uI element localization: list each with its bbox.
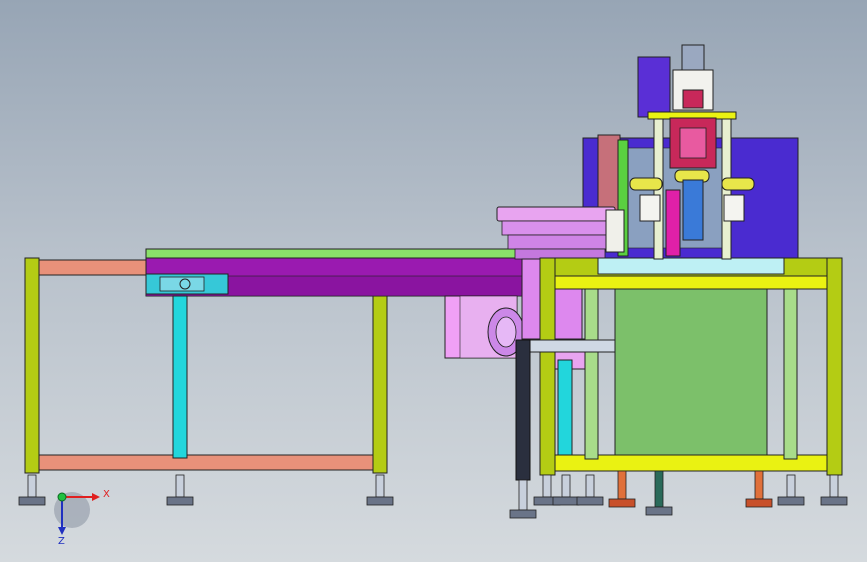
right-frame-leg-1	[539, 257, 556, 476]
coordinate-triad[interactable]: X Z	[54, 489, 110, 547]
conveyor-drive-detail	[159, 276, 205, 292]
press-hub-right	[721, 177, 755, 191]
work-plate	[597, 257, 785, 275]
leveling-foot	[645, 470, 673, 516]
clamp-right	[723, 194, 745, 222]
conveyor-support-post	[172, 295, 188, 459]
leveling-foot	[18, 474, 46, 506]
triad-z-label: Z	[58, 536, 65, 547]
dark-guide-post	[515, 339, 531, 481]
clamp-left	[639, 194, 661, 222]
press-side-rod	[605, 209, 625, 253]
right-frame-top-rail	[554, 275, 828, 290]
leveling-foot	[509, 479, 537, 519]
right-frame-grey-shelf	[529, 339, 616, 353]
bowl-tier-1	[501, 220, 613, 236]
press-die-magenta	[665, 189, 681, 257]
triad-z-arrow	[58, 527, 66, 535]
right-frame-leg-3	[783, 288, 798, 460]
leveling-foot	[820, 474, 848, 506]
bowl-tier-2	[507, 234, 609, 250]
leveling-foot-orange	[608, 470, 636, 508]
cad-viewport[interactable]: X Z	[0, 0, 867, 562]
press-tool-center	[682, 179, 704, 241]
leveling-foot	[366, 474, 394, 506]
press-top-fitting	[681, 44, 705, 71]
leveling-foot	[166, 474, 194, 506]
right-frame-leg-2	[584, 288, 599, 460]
machine-model-canvas[interactable]: X Z	[0, 0, 867, 562]
leveling-foot	[552, 474, 580, 506]
triad-x-label: X	[103, 489, 110, 500]
leveling-foot	[576, 474, 604, 506]
motor-face	[495, 316, 517, 348]
press-ram-window	[679, 127, 707, 159]
right-frame-cyan-post	[557, 359, 573, 456]
right-frame-leg-4	[826, 257, 843, 476]
press-cylinder-band	[682, 89, 704, 109]
left-frame-leg-left	[24, 257, 40, 474]
leveling-foot	[777, 474, 805, 506]
press-hub-left	[629, 177, 663, 191]
bowl-rim	[496, 206, 616, 222]
conveyor-top-rail	[145, 248, 545, 259]
triad-x-arrow	[92, 493, 100, 501]
cabinet-panel	[614, 288, 768, 458]
leveling-foot-orange	[745, 470, 773, 508]
triad-y-origin	[57, 492, 67, 502]
press-back-plate	[637, 56, 671, 118]
left-frame-bottom-beam	[24, 454, 388, 471]
